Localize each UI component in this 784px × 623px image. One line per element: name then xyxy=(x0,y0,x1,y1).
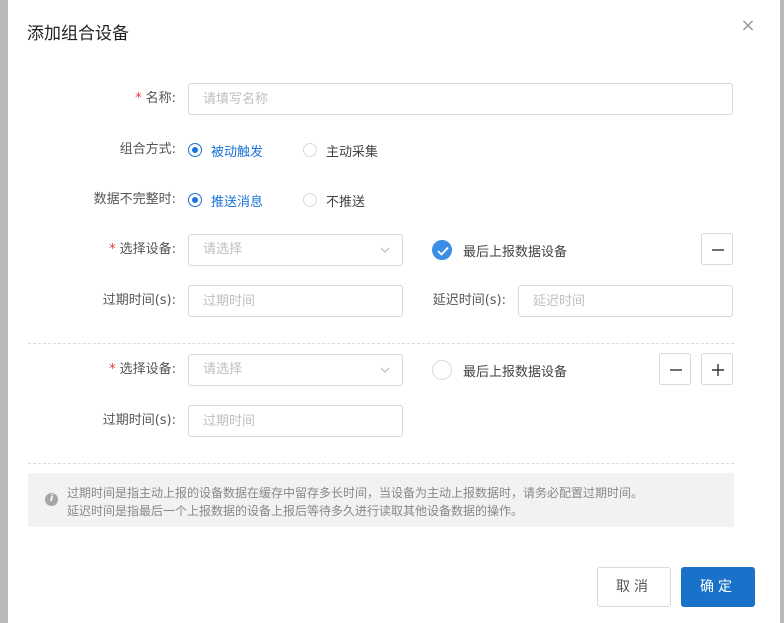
remove-device-button[interactable] xyxy=(701,233,733,265)
required-mark: * xyxy=(109,362,116,377)
device-select[interactable]: 请选择 xyxy=(188,234,403,266)
plus-icon xyxy=(712,364,724,376)
expire-label: 过期时间(s): xyxy=(102,293,176,308)
radio-dot xyxy=(188,143,202,157)
radio-push-message[interactable]: 推送消息 xyxy=(188,191,263,210)
check-icon xyxy=(432,360,452,380)
radio-dot xyxy=(303,193,318,207)
remove-device-button[interactable] xyxy=(659,353,691,385)
confirm-button[interactable]: 确定 xyxy=(681,567,755,607)
info-icon: i xyxy=(45,493,58,506)
notice-line: 过期时间是指主动上报的设备数据在缓存中留存多长时间，当设备为主动上报数据时，请务… xyxy=(67,486,644,500)
name-label: * 名称: xyxy=(135,91,176,106)
device-select[interactable]: 请选择 xyxy=(188,354,403,386)
radio-dot xyxy=(303,143,318,157)
incomplete-radio-group: 推送消息 不推送 xyxy=(188,184,395,216)
group-divider xyxy=(28,343,734,344)
last-report-checkbox[interactable]: 最后上报数据设备 xyxy=(432,354,567,386)
info-notice: i 过期时间是指主动上报的设备数据在缓存中留存多长时间，当设备为主动上报数据时，… xyxy=(28,473,734,527)
expire-input[interactable] xyxy=(188,405,403,437)
chevron-down-icon xyxy=(380,247,390,253)
required-mark: * xyxy=(109,242,116,257)
dialog-title: 添加组合设备 xyxy=(27,24,129,44)
expire-label: 过期时间(s): xyxy=(102,413,176,428)
radio-dot xyxy=(188,193,202,207)
minus-icon xyxy=(670,369,682,371)
notice-line: 延迟时间是指最后一个上报数据的设备上报后等待多久进行读取其他设备数据的操作。 xyxy=(67,504,524,518)
required-mark: * xyxy=(135,91,142,106)
add-group-device-dialog: 添加组合设备 × *名称: 组合方式: 被动触发 主动采集 数据不完整时: 推送… xyxy=(8,0,780,623)
name-input[interactable] xyxy=(188,83,733,115)
mode-radio-group: 被动触发 主动采集 xyxy=(188,134,408,166)
delay-label: 延迟时间(s): xyxy=(432,293,506,308)
add-device-button[interactable] xyxy=(701,353,733,385)
last-report-checkbox[interactable]: 最后上报数据设备 xyxy=(432,234,567,266)
radio-active-collect[interactable]: 主动采集 xyxy=(303,141,378,160)
backdrop-right xyxy=(780,0,784,623)
device-label: * 选择设备: xyxy=(109,242,176,257)
cancel-button[interactable]: 取消 xyxy=(597,567,671,607)
mode-label: 组合方式: xyxy=(119,142,176,157)
delay-input[interactable] xyxy=(518,285,733,317)
device-label: * 选择设备: xyxy=(109,362,176,377)
chevron-down-icon xyxy=(380,367,390,373)
radio-no-push[interactable]: 不推送 xyxy=(303,191,365,210)
minus-icon xyxy=(712,249,724,251)
incomplete-label: 数据不完整时: xyxy=(93,192,176,207)
backdrop-left xyxy=(0,0,8,623)
radio-passive-trigger[interactable]: 被动触发 xyxy=(188,141,263,160)
check-icon xyxy=(432,240,452,260)
group-divider xyxy=(28,463,734,464)
close-icon[interactable]: × xyxy=(739,17,757,35)
